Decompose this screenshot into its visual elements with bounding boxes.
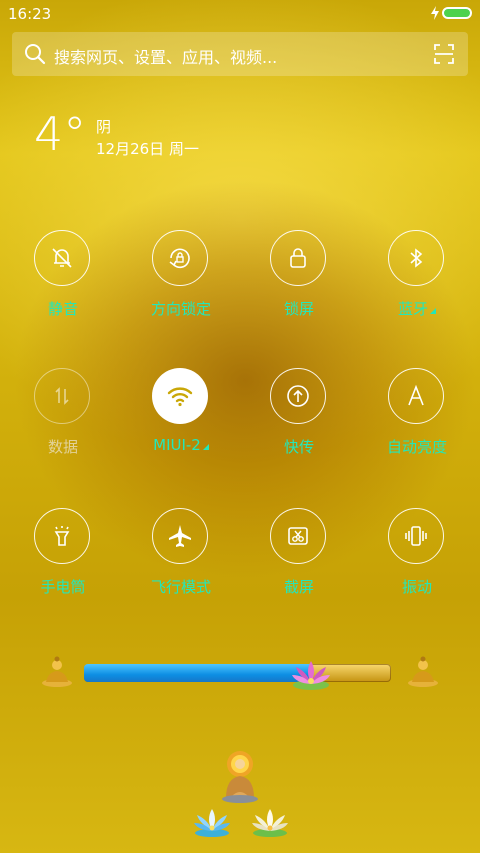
toggle-label: 数据: [47, 438, 78, 456]
blue-lotus-icon: [194, 809, 230, 837]
weather-condition: 阴: [96, 118, 112, 136]
toggle-label: 静音: [47, 300, 78, 318]
toggle-label: 快传: [283, 438, 314, 456]
toggle-label: 飞行模式: [150, 578, 211, 596]
status-bar: 16:23: [0, 0, 480, 28]
toggle-flashlight[interactable]: 手电筒: [8, 508, 118, 608]
quick-transfer-icon: [287, 385, 309, 407]
toggle-label-wrap: 蓝牙: [362, 298, 472, 319]
toggle-circle[interactable]: [270, 508, 326, 564]
battery-icon: [442, 7, 472, 19]
toggle-circle[interactable]: [34, 508, 90, 564]
toggle-silent[interactable]: 静音: [8, 230, 118, 330]
expand-indicator-icon: [202, 444, 209, 450]
toggle-circle[interactable]: [388, 230, 444, 286]
charging-icon: [431, 6, 439, 20]
toggle-circle[interactable]: [270, 368, 326, 424]
toggle-label: 自动亮度: [386, 438, 447, 456]
airplane-icon: [169, 525, 191, 547]
status-time: 16:23: [8, 5, 52, 23]
toggle-circle[interactable]: [388, 508, 444, 564]
toggle-auto-brightness[interactable]: 自动亮度: [362, 368, 472, 468]
bluetooth-icon: [410, 248, 423, 268]
screenshot-icon: [288, 527, 308, 545]
weather-date: 12月26日 周一: [96, 140, 199, 158]
vibrate-icon: [405, 526, 427, 546]
toggle-circle[interactable]: [152, 368, 208, 424]
toggle-label-wrap: MIUI-2: [126, 436, 236, 454]
toggle-quick-transfer[interactable]: 快传: [244, 368, 354, 468]
toggle-label: 锁屏: [283, 300, 314, 318]
brightness-low-buddha-icon: [42, 656, 72, 687]
white-lotus-icon: [252, 809, 288, 837]
toggle-bluetooth[interactable]: 蓝牙: [362, 230, 472, 330]
toggle-label: 截屏: [283, 578, 314, 596]
lock-icon: [290, 248, 306, 268]
search-input[interactable]: 搜索网页、设置、应用、视频...: [54, 44, 277, 68]
auto-brightness-icon: [408, 384, 424, 406]
lotus-thumb-icon[interactable]: [290, 657, 332, 691]
toggle-wifi[interactable]: MIUI-2: [126, 368, 236, 468]
toggle-airplane-mode[interactable]: 飞行模式: [126, 508, 236, 608]
wifi-icon: [167, 387, 193, 407]
toggle-mobile-data[interactable]: 数据: [8, 368, 118, 468]
toggle-circle[interactable]: [388, 368, 444, 424]
toggle-circle[interactable]: [34, 230, 90, 286]
brightness-fill: [84, 664, 311, 682]
brightness-high-buddha-icon: [408, 656, 438, 687]
toggle-label: 方向锁定: [150, 300, 211, 318]
search-icon: [25, 44, 46, 65]
toggle-label: 振动: [401, 578, 432, 596]
mobile-data-icon: [55, 387, 69, 405]
toggle-screenshot[interactable]: 截屏: [244, 508, 354, 608]
toggle-label: MIUI-2: [153, 436, 201, 454]
temperature: 4°: [34, 107, 87, 161]
expand-indicator-icon: [430, 308, 436, 314]
toggle-rotation-lock[interactable]: 方向锁定: [126, 230, 236, 330]
toggle-label: 手电筒: [40, 578, 86, 596]
toggle-vibrate[interactable]: 振动: [362, 508, 472, 608]
bell-off-icon: [52, 248, 72, 268]
scan-icon[interactable]: [434, 44, 454, 64]
brightness-track[interactable]: [84, 661, 391, 690]
toggle-circle[interactable]: [270, 230, 326, 286]
toggle-label: 蓝牙: [397, 300, 428, 318]
flashlight-icon: [54, 526, 70, 546]
toggle-lock-screen[interactable]: 锁屏: [244, 230, 354, 330]
toggle-circle[interactable]: [152, 508, 208, 564]
brightness-slider[interactable]: [40, 652, 440, 694]
toggle-circle[interactable]: [152, 230, 208, 286]
toggle-circle[interactable]: [34, 368, 90, 424]
buddha-figure-icon[interactable]: [220, 748, 260, 804]
search-bar[interactable]: 搜索网页、设置、应用、视频...: [12, 32, 468, 76]
rotation-lock-icon: [169, 248, 190, 269]
